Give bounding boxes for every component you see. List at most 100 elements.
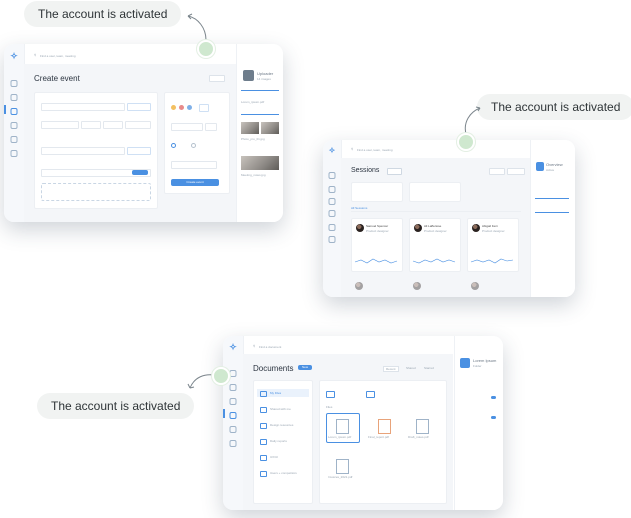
filter-starred[interactable]: Starred (424, 366, 434, 370)
session-summary-2[interactable] (409, 182, 461, 202)
file-2[interactable]: Photo_pro_01.jpg (241, 137, 265, 141)
documents-icon[interactable] (229, 412, 237, 419)
users-icon[interactable] (328, 186, 336, 193)
event-name-field[interactable] (41, 103, 125, 111)
person-name: Abigail Fern (482, 224, 499, 228)
app-logo-icon: ✧ (328, 146, 336, 155)
sidebar: ✧ (4, 44, 25, 222)
person-name: Samuel Spencer (366, 224, 389, 228)
avatar (356, 224, 364, 232)
toggle-1[interactable] (491, 396, 496, 399)
tab-all-sessions[interactable]: All Sessions (351, 206, 367, 210)
session-card-3[interactable]: Abigail Fern Product designer (467, 218, 519, 272)
search-bar[interactable]: ⚲ Find a user, team, meeting (34, 52, 154, 60)
date-field[interactable] (41, 121, 79, 129)
guest-dot-3 (187, 105, 192, 110)
active-indicator (4, 105, 6, 114)
file-1[interactable]: Lorem_ipsum.pdf (241, 100, 264, 104)
folder-my-files[interactable]: My Files (270, 391, 281, 395)
upload-button[interactable] (132, 170, 148, 175)
sort-button[interactable] (507, 168, 525, 175)
faded-avatar-2 (413, 282, 421, 290)
start-time-field[interactable] (81, 121, 101, 129)
file-3[interactable]: Meeting_notes.jpg (241, 173, 266, 177)
faded-avatar-3 (471, 282, 479, 290)
image-thumbnail-3[interactable] (241, 156, 279, 170)
subfolder-2[interactable] (366, 391, 375, 398)
documents-window: ✧ ⚲ Find a document Documents New Recent… (223, 336, 503, 510)
folder-design[interactable]: Design resources (270, 423, 293, 427)
folder-icon (260, 471, 267, 477)
folder-icon (260, 423, 267, 429)
home-icon[interactable] (328, 172, 336, 179)
chat-icon[interactable] (10, 136, 18, 143)
file-name-3[interactable]: Draft_notes.pdf (408, 435, 429, 439)
radio-1[interactable] (171, 143, 176, 148)
guest-field[interactable] (171, 123, 203, 131)
page-title: Documents (253, 364, 294, 373)
title-tag[interactable] (387, 168, 402, 175)
sessions-window: ✧ ⚲ Find a user, team, meeting Sessions … (323, 140, 575, 297)
file-name-4[interactable]: Invoices_2021.pdf (328, 475, 352, 479)
search-icon: ⚲ (34, 53, 37, 57)
add-field-button[interactable] (127, 103, 151, 111)
reminder-field[interactable] (171, 161, 217, 169)
session-summary-1[interactable] (351, 182, 403, 202)
details-icon (460, 358, 470, 368)
session-card-1[interactable]: Samuel Spencer Product designer (351, 218, 403, 272)
guest-dot-1 (171, 105, 176, 110)
users-icon[interactable] (10, 94, 18, 101)
radio-2[interactable] (191, 143, 196, 148)
calendar-icon[interactable] (229, 398, 237, 405)
filter-button[interactable] (489, 168, 505, 175)
file-name-2[interactable]: Final_report.pdf (368, 435, 389, 439)
documents-icon[interactable] (10, 122, 18, 129)
folder-icon (260, 407, 267, 413)
image-thumbnail-2[interactable] (261, 122, 279, 134)
documents-icon[interactable] (328, 210, 336, 217)
folder-users[interactable]: Users + competitors (270, 471, 297, 475)
main-area: Create event Create event (24, 64, 237, 222)
search-bar[interactable]: ⚲ Find a user, team, meeting (351, 146, 461, 154)
duration-field[interactable] (125, 121, 151, 129)
map-button[interactable] (127, 147, 151, 155)
dropzone[interactable] (41, 183, 151, 201)
search-bar[interactable]: ⚲ Find a document (253, 343, 373, 351)
settings-icon[interactable] (10, 150, 18, 157)
active-indicator (223, 409, 225, 418)
folder-uxui[interactable]: UX/UI (270, 455, 278, 459)
create-event-button[interactable]: Create event (171, 179, 219, 186)
settings-icon[interactable] (328, 236, 336, 243)
tab-underline (351, 211, 521, 212)
chat-icon[interactable] (229, 426, 237, 433)
event-form-panel (34, 92, 158, 209)
search-placeholder: Find a user, team, meeting (40, 54, 76, 58)
location-field[interactable] (41, 147, 125, 155)
add-guest-button[interactable] (199, 104, 209, 112)
new-badge[interactable]: New (298, 365, 312, 370)
folders-panel: My Files Shared with me Design resources… (253, 380, 313, 504)
file-icon (378, 419, 391, 434)
home-icon[interactable] (229, 370, 237, 377)
chat-icon[interactable] (328, 224, 336, 231)
toggle-2[interactable] (491, 416, 496, 419)
session-card-2[interactable]: Ali Lafferiose Product designer (409, 218, 461, 272)
title-action[interactable] (209, 75, 225, 82)
folder-shared[interactable]: Shared with me (270, 407, 291, 411)
calendar-icon[interactable] (328, 198, 336, 205)
end-time-field[interactable] (103, 121, 123, 129)
image-thumbnail-1[interactable] (241, 122, 259, 134)
details-sub: Folder (473, 364, 482, 368)
settings-icon[interactable] (229, 440, 237, 447)
users-icon[interactable] (229, 384, 237, 391)
filter-shared[interactable]: Shared (406, 366, 416, 370)
guest-add[interactable] (205, 123, 217, 131)
folder-daily[interactable]: Daily reports (270, 439, 287, 443)
home-icon[interactable] (10, 80, 18, 87)
main-area: Sessions All Sessions Samuel Spencer Pro… (341, 158, 531, 297)
person-role: Product designer (424, 229, 447, 233)
filter-recent[interactable]: Recent (383, 366, 399, 372)
calendar-icon[interactable] (10, 108, 18, 115)
connector-dot-2 (457, 133, 475, 151)
subfolder-1[interactable] (326, 391, 335, 398)
